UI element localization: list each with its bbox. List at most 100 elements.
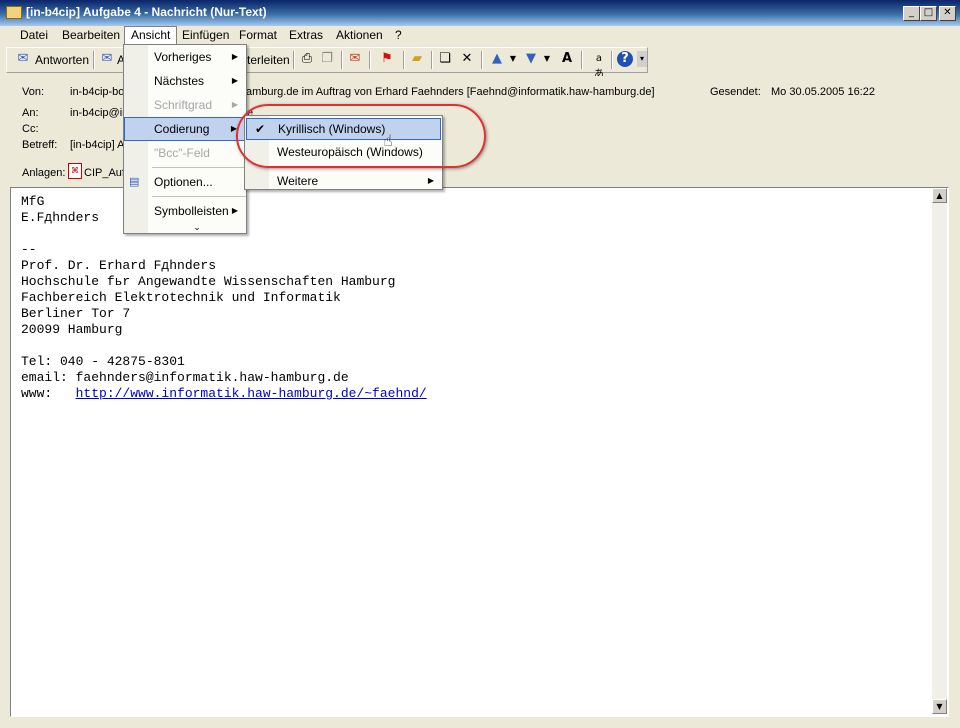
to-label: An: [22, 107, 39, 119]
menu-item-label: Vorheriges [154, 50, 212, 64]
vertical-scrollbar[interactable]: ▲ ▼ [932, 188, 947, 714]
menu-item-label: "Bcc"-Feld [154, 146, 210, 160]
help-icon[interactable]: ? [617, 51, 633, 67]
menu-aktionen[interactable]: Aktionen [330, 26, 389, 44]
minimize-button[interactable]: _ [903, 6, 920, 21]
menu-item-bcc-field[interactable]: "Bcc"-Feld [124, 141, 246, 165]
options-icon: ▤ [129, 175, 140, 188]
toolbar-separator [93, 51, 95, 69]
menu-item-label: Schriftgrad [154, 98, 213, 112]
body-line: www: [21, 386, 76, 401]
menu-item-schriftgrad[interactable]: Schriftgrad ▶ [124, 93, 246, 117]
flag-icon[interactable]: ⚑ [379, 51, 395, 67]
menu-item-vorheriges[interactable]: Vorheriges ▶ [124, 45, 246, 69]
toolbar-separator [403, 51, 405, 69]
chevron-down-icon[interactable]: ▼ [539, 51, 555, 67]
menu-bar: Datei Bearbeiten Ansicht Einfügen Format… [0, 26, 960, 45]
toolbar-separator [293, 51, 295, 69]
from-label: Von: [22, 86, 45, 98]
menu-ansicht[interactable]: Ansicht [124, 26, 178, 44]
toolbar-separator [369, 51, 371, 69]
submenu-arrow-icon: ▶ [231, 52, 238, 61]
body-line: MfG [21, 194, 45, 209]
body-line: Tel: 040 - 42875-8301 [21, 354, 185, 369]
copy-icon[interactable]: ❐ [319, 51, 335, 67]
body-line: Fachbereich Elektrotechnik und Informati… [21, 290, 341, 305]
menu-item-optionen[interactable]: ▤ Optionen... [124, 170, 246, 194]
font-size-icon[interactable]: A [559, 51, 575, 67]
submenu-arrow-icon: ▶ [231, 206, 238, 215]
menu-help[interactable]: ? [389, 26, 408, 44]
body-line: 20099 Hamburg [21, 322, 123, 337]
menu-item-label: Weitere [277, 174, 319, 188]
menu-item-label: Nächstes [154, 74, 205, 88]
sent-label: Gesendet: [710, 86, 761, 98]
menu-item-label: Optionen... [154, 175, 213, 189]
attachment-link[interactable]: CIP_Auf [84, 167, 125, 179]
toolbar: ✉ Antworten ✉ A terleiten ⎙ ❐ ✉ ⚑ ▰ ❏ ✕ … [6, 47, 648, 80]
reply-all-icon: ✉ [101, 51, 113, 66]
menu-item-label: Codierung [154, 122, 210, 136]
menu-item-weitere[interactable]: Weitere ▶ [245, 169, 442, 193]
menu-item-label: Symbolleisten [154, 204, 229, 218]
reply-button[interactable]: Antworten [35, 50, 89, 70]
menu-datei[interactable]: Datei [14, 26, 54, 44]
title-bar[interactable]: [in-b4cip] Aufgabe 4 - Nachricht (Nur-Te… [0, 0, 960, 26]
from-value: in-b4cip-bo [70, 86, 125, 98]
expand-menu-icon[interactable]: ⌄ [124, 223, 246, 239]
reply-icon: ✉ [17, 51, 29, 66]
print-icon[interactable]: ⎙ [299, 51, 315, 67]
forward-button[interactable]: terleiten [247, 50, 290, 70]
move-to-folder-icon[interactable]: ✉ [347, 51, 363, 67]
from-value-rest: amburg.de im Auftrag von Erhard Faehnder… [246, 86, 655, 98]
attachments-label: Anlagen: [22, 167, 66, 179]
categorize-icon[interactable]: ❏ [437, 51, 453, 67]
toolbar-separator [611, 51, 613, 69]
toolbar-separator [431, 51, 433, 69]
body-line: Prof. Dr. Erhard Fдhnders [21, 258, 217, 273]
previous-item-icon[interactable]: ▲ [489, 51, 505, 67]
subject-value: [in-b4cip] A [70, 139, 125, 151]
toolbar-separator [481, 51, 483, 69]
chevron-down-icon[interactable]: ▼ [505, 51, 521, 67]
sent-value: Mo 30.05.2005 16:22 [771, 86, 875, 98]
body-line: Hochschule fьr Angewandte Wissenschaften… [21, 274, 396, 289]
submenu-arrow-icon: ▶ [427, 176, 434, 185]
menu-extras[interactable]: Extras [283, 26, 329, 44]
annotation-highlight [236, 104, 486, 168]
menu-item-symbolleisten[interactable]: Symbolleisten ▶ [124, 199, 246, 223]
menu-item-codierung[interactable]: Codierung ▶ [124, 117, 246, 141]
menu-einfuegen[interactable]: Einfügen [176, 26, 235, 44]
cc-label: Cc: [22, 123, 39, 135]
scroll-down-icon[interactable]: ▼ [932, 699, 947, 714]
toolbar-separator [341, 51, 343, 69]
website-link[interactable]: http://www.informatik.haw-hamburg.de/~fa… [76, 386, 427, 401]
submenu-arrow-icon: ▶ [231, 100, 238, 109]
submenu-arrow-icon: ▶ [231, 76, 238, 85]
menu-separator [152, 167, 246, 168]
toolbar-separator [581, 51, 583, 69]
message-body[interactable]: MfG E.Fдhnders -- Prof. Dr. Erhard Fдhnd… [10, 187, 949, 717]
body-line: email: faehnders@informatik.haw-hamburg.… [21, 370, 349, 385]
body-line: E.Fдhnders [21, 210, 100, 225]
open-folder-icon[interactable]: ▰ [409, 51, 425, 67]
scroll-up-icon[interactable]: ▲ [932, 188, 947, 203]
encoding-icon[interactable]: aあ [591, 51, 607, 80]
close-button[interactable]: ✕ [939, 6, 956, 21]
delete-icon[interactable]: ✕ [459, 51, 475, 67]
mouse-cursor-icon: ☝ [383, 131, 393, 150]
toolbar-overflow-icon[interactable]: ▾ [637, 51, 647, 67]
menu-item-naechstes[interactable]: Nächstes ▶ [124, 69, 246, 93]
menu-bearbeiten[interactable]: Bearbeiten [56, 26, 126, 44]
menu-format[interactable]: Format [233, 26, 283, 44]
body-line: -- [21, 242, 37, 257]
body-line: Berliner Tor 7 [21, 306, 131, 321]
window-title: [in-b4cip] Aufgabe 4 - Nachricht (Nur-Te… [26, 5, 267, 19]
pdf-file-icon: ⌘ [68, 163, 82, 179]
next-item-icon[interactable]: ▼ [523, 51, 539, 67]
to-value: in-b4cip@in [70, 107, 129, 119]
subject-label: Betreff: [22, 139, 58, 151]
maximize-button[interactable]: □ [920, 6, 937, 21]
message-icon [6, 6, 22, 19]
ansicht-menu: Vorheriges ▶ Nächstes ▶ Schriftgrad ▶ Codie… [123, 44, 247, 234]
